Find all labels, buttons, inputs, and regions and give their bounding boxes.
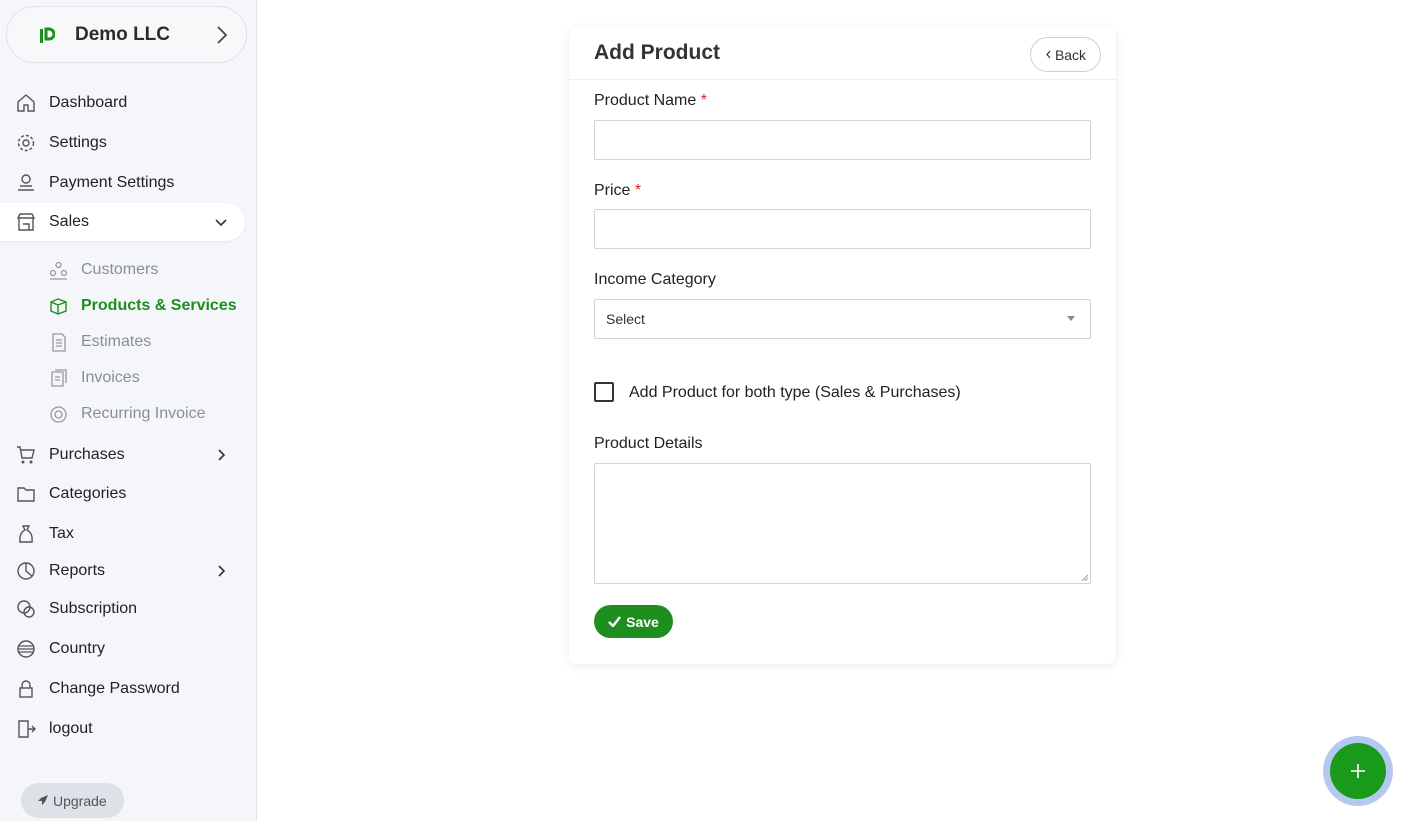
required-mark: *: [700, 92, 707, 109]
sidebar-item-purchases[interactable]: Purchases: [0, 436, 245, 474]
sidebar-subitem-label: Recurring Invoice: [81, 405, 206, 422]
add-product-card: Add Product Back Product Name * Price * …: [569, 27, 1116, 664]
price-label-text: Price: [594, 182, 631, 199]
price-label: Price *: [594, 182, 641, 200]
sidebar-subitem-estimates[interactable]: Estimates: [0, 327, 245, 357]
sidebar-item-payment-settings[interactable]: Payment Settings: [0, 164, 245, 202]
sidebar-subitem-invoices[interactable]: Invoices: [0, 363, 245, 393]
folder-icon: [17, 487, 35, 502]
people-icon: [49, 261, 68, 280]
upgrade-button[interactable]: Upgrade: [21, 783, 124, 818]
add-fab-button[interactable]: [1330, 743, 1386, 799]
sidebar-item-label: Settings: [49, 134, 107, 151]
document-icon: [52, 332, 66, 352]
company-logo-icon: [40, 27, 55, 43]
product-name-input[interactable]: [594, 120, 1091, 160]
money-bag-icon: [19, 525, 33, 543]
sidebar-item-label: logout: [49, 720, 93, 737]
save-button[interactable]: Save: [594, 605, 673, 638]
save-label: Save: [626, 613, 659, 630]
sidebar-subitem-products-services[interactable]: Products & Services: [0, 291, 245, 321]
sidebar-item-label: Country: [49, 640, 106, 657]
rocket-icon: [38, 795, 48, 805]
sidebar-subitem-label: Invoices: [81, 369, 140, 386]
check-icon: [608, 616, 622, 627]
sidebar-item-label: Reports: [49, 562, 106, 579]
sidebar-subitem-customers[interactable]: Customers: [0, 255, 245, 285]
back-label: Back: [1054, 46, 1087, 63]
sidebar-subitem-label: Estimates: [81, 333, 152, 350]
invoice-icon: [51, 368, 67, 387]
resize-handle-icon[interactable]: [1080, 573, 1088, 581]
logout-icon: [18, 720, 36, 738]
income-category-selected: Select: [606, 311, 645, 327]
home-icon: [17, 94, 35, 112]
both-type-label: Add Product for both type (Sales & Purch…: [629, 384, 961, 401]
gear-icon: [17, 134, 35, 152]
sidebar-subitem-recurring-invoice[interactable]: Recurring Invoice: [0, 399, 245, 429]
sidebar-item-reports[interactable]: Reports: [0, 552, 245, 590]
recurring-icon: [50, 405, 67, 423]
chevron-right-icon: [218, 449, 226, 461]
sidebar-item-tax[interactable]: Tax: [0, 515, 245, 553]
back-button[interactable]: Back: [1030, 37, 1101, 72]
product-details-textarea[interactable]: [594, 463, 1091, 584]
sidebar-item-label: Payment Settings: [49, 174, 175, 191]
card-header: Add Product Back: [569, 27, 1116, 80]
product-name-label: Product Name *: [594, 92, 707, 110]
chevron-right-icon: [218, 565, 226, 577]
sidebar-item-dashboard[interactable]: Dashboard: [0, 84, 245, 122]
sidebar-item-label: Dashboard: [49, 94, 128, 111]
income-category-label: Income Category: [594, 271, 716, 288]
page-title: Add Product: [594, 41, 720, 64]
chevron-right-icon: [217, 26, 228, 44]
upgrade-label: Upgrade: [53, 792, 107, 809]
lock-icon: [19, 680, 33, 698]
company-switcher[interactable]: Demo LLC: [6, 6, 247, 63]
product-name-label-text: Product Name: [594, 92, 697, 109]
product-details-label: Product Details: [594, 435, 703, 452]
sidebar: Demo LLC Dashboard Settings Payment Sett…: [0, 0, 257, 821]
price-input[interactable]: [594, 209, 1091, 249]
box-icon: [50, 297, 67, 315]
sidebar-subitem-label: Products & Services: [81, 297, 237, 314]
sidebar-item-label: Purchases: [49, 446, 125, 463]
shop-icon: [16, 213, 36, 231]
sidebar-item-country[interactable]: Country: [0, 630, 245, 668]
cart-icon: [17, 446, 35, 464]
sidebar-subitem-label: Customers: [81, 261, 159, 278]
sidebar-item-logout[interactable]: logout: [0, 710, 245, 748]
sidebar-item-label: Subscription: [49, 600, 138, 617]
plus-icon: [1351, 764, 1365, 778]
pie-chart-icon: [17, 562, 35, 580]
company-name: Demo LLC: [75, 24, 170, 45]
coins-icon: [17, 600, 35, 618]
sidebar-item-change-password[interactable]: Change Password: [0, 670, 245, 708]
globe-icon: [17, 640, 35, 658]
sidebar-item-label: Tax: [49, 525, 74, 542]
sidebar-item-label: Categories: [49, 485, 127, 502]
both-type-checkbox[interactable]: [594, 382, 614, 402]
sidebar-item-label: Sales: [49, 213, 90, 230]
sidebar-item-subscription[interactable]: Subscription: [0, 590, 245, 628]
caret-down-icon: [1067, 316, 1075, 321]
sidebar-item-label: Change Password: [49, 680, 180, 697]
required-mark: *: [634, 182, 642, 199]
sidebar-item-categories[interactable]: Categories: [0, 475, 245, 513]
money-hand-icon: [18, 174, 34, 191]
income-category-select[interactable]: Select: [594, 299, 1091, 339]
chevron-left-icon: [1046, 50, 1051, 59]
chevron-down-icon: [215, 219, 227, 227]
sidebar-item-settings[interactable]: Settings: [0, 124, 245, 162]
sidebar-item-sales[interactable]: Sales: [0, 203, 245, 241]
